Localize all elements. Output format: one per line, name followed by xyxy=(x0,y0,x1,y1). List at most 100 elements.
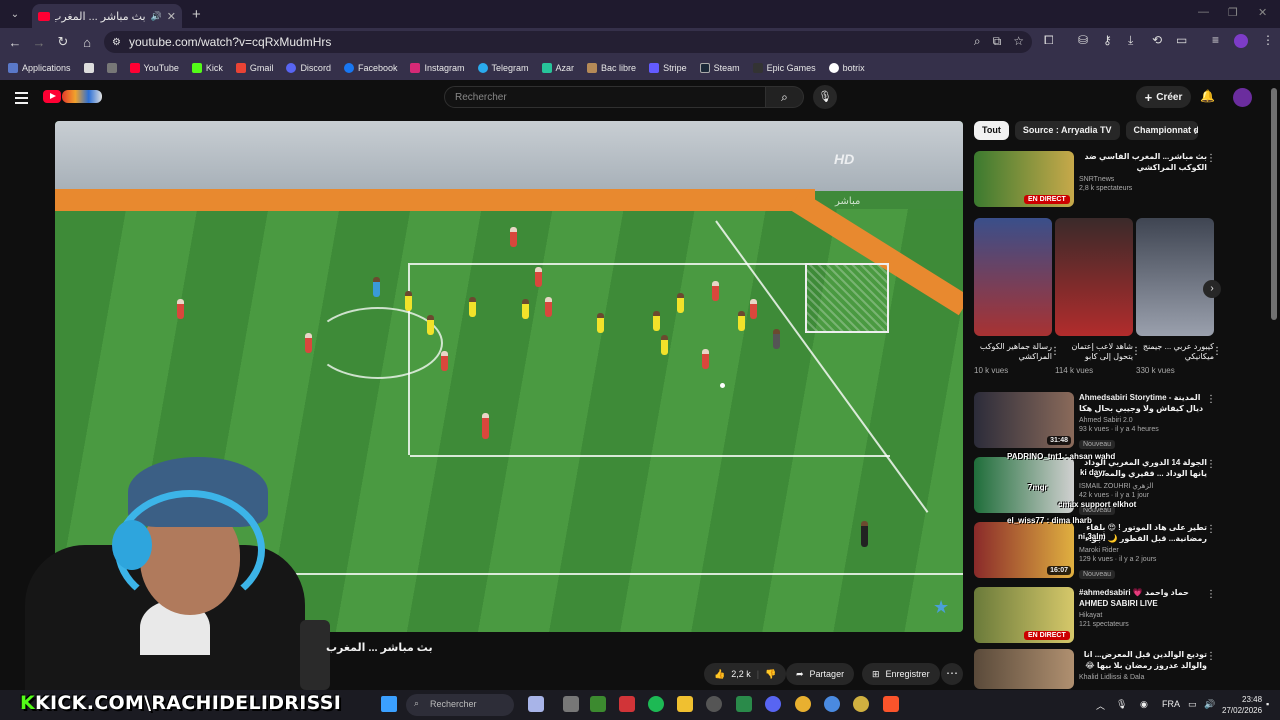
video-thumbnail[interactable]: 16:07 xyxy=(974,522,1074,578)
file-app-icon[interactable] xyxy=(563,696,579,712)
more-actions-icon[interactable]: ⋯ xyxy=(941,663,963,685)
browser-menu-icon[interactable]: ⋮ xyxy=(1262,33,1274,47)
bookmark-bac-libre[interactable]: Bac libre xyxy=(587,63,636,73)
video-thumbnail[interactable]: EN DIRECT xyxy=(974,151,1074,207)
bookmark-kick[interactable]: Kick xyxy=(191,63,223,73)
more-options-icon[interactable]: ⋮ xyxy=(1206,524,1216,535)
bookmark-youtube[interactable]: YouTube xyxy=(129,63,179,73)
rec-channel[interactable]: SNRTnews xyxy=(1079,176,1207,183)
more-options-icon[interactable]: ⋮ xyxy=(1212,346,1222,357)
discord-app-icon[interactable] xyxy=(765,696,781,712)
file-explorer-icon[interactable] xyxy=(677,696,693,712)
chrome-app-icon[interactable] xyxy=(795,696,811,712)
create-button[interactable]: + Créer xyxy=(1136,86,1191,108)
address-bar[interactable]: ⚙ youtube.com/watch?v=cqRxMudmHrs ⌕ ⧉ ☆ xyxy=(104,31,1032,53)
bookmark-applications[interactable]: Applications xyxy=(8,63,71,73)
taskbar-clock[interactable]: 23:48 27/02/2026 xyxy=(1222,694,1262,716)
bookmark-botrix[interactable]: botrix xyxy=(828,63,865,73)
close-window-icon[interactable]: ✕ xyxy=(1258,6,1267,19)
notifications-bell-icon[interactable]: 🔔 xyxy=(1200,89,1215,103)
brave-app-icon[interactable] xyxy=(883,696,899,712)
bookmark-blank[interactable] xyxy=(83,63,94,73)
bookmark-epic-games[interactable]: Epic Games xyxy=(752,63,816,73)
widgets-app-icon[interactable] xyxy=(528,696,544,712)
mic-tray-icon[interactable]: 🎙 xyxy=(1116,699,1127,710)
video-thumbnail[interactable]: 31:48 xyxy=(974,392,1074,448)
close-tab-icon[interactable]: ✕ xyxy=(167,10,176,23)
taskbar-search[interactable]: ⌕ Rechercher xyxy=(406,694,514,716)
menu-hamburger-icon[interactable] xyxy=(15,92,28,107)
settings-app-icon[interactable] xyxy=(706,696,722,712)
site-info-icon[interactable]: ⚙ xyxy=(112,37,121,48)
volume-icon[interactable]: 🔊 xyxy=(1204,699,1215,710)
extension-icon-1[interactable]: ⛁ xyxy=(1078,33,1088,47)
search-button[interactable]: ⌕ xyxy=(766,86,804,108)
short-item[interactable]: شاهد لاعب إعتمان يتحول إلى كابو 114 k vu… xyxy=(1055,218,1141,375)
audio-icon[interactable]: 🔊 xyxy=(151,11,162,22)
extensions-icon[interactable]: ⧠ xyxy=(1044,33,1054,48)
downloads-icon[interactable]: ⤓ xyxy=(1128,33,1133,48)
zoom-icon[interactable]: ⌕ xyxy=(974,34,981,49)
bookmark-telegram[interactable]: Telegram xyxy=(477,63,529,73)
minimize-window-icon[interactable]: — xyxy=(1198,6,1209,18)
store-app-icon[interactable] xyxy=(736,696,752,712)
chip-all[interactable]: Tout xyxy=(974,121,1009,140)
forward-icon[interactable]: → xyxy=(27,35,51,50)
like-button[interactable]: 👍 2,2 k | 👎 xyxy=(704,663,787,685)
rec-channel[interactable]: Khalid Lidlissi & Dala xyxy=(1079,674,1207,681)
history-icon[interactable]: ⟲ xyxy=(1152,33,1162,47)
bookmark-facebook[interactable]: Facebook xyxy=(343,63,397,73)
browser-profile-avatar[interactable] xyxy=(1234,34,1248,48)
windows-start-icon[interactable] xyxy=(381,696,397,712)
short-title[interactable]: شاهد لاعب إعتمان يتحول إلى كابو xyxy=(1055,342,1133,362)
short-item[interactable]: كيبورد عربي ... جيمنج ميكانيكي 330 k vue… xyxy=(1136,218,1222,375)
rec-channel[interactable]: ISMAIL ZOUHRI الزهري xyxy=(1079,482,1207,490)
share-button[interactable]: ➦ Partager xyxy=(786,663,855,685)
search-input[interactable]: Rechercher xyxy=(444,86,766,108)
bookmark-azar[interactable]: Azar xyxy=(541,63,574,73)
browser-tab-active[interactable]: بث مباشر ... المغرب الفا... 🔊 ✕ xyxy=(32,4,182,28)
install-app-icon[interactable]: ⧉ xyxy=(993,34,1002,49)
chrome-active-app-icon[interactable] xyxy=(853,696,869,712)
voice-search-mic-icon[interactable]: 🎙 xyxy=(813,85,837,109)
youtube-logo[interactable] xyxy=(43,90,61,103)
shorts-next-arrow-icon[interactable]: › xyxy=(1203,280,1221,298)
back-icon[interactable]: ← xyxy=(3,35,27,50)
bookmark-grid[interactable] xyxy=(106,63,117,73)
bookmark-star-icon[interactable]: ☆ xyxy=(1013,34,1024,49)
youtube-doodle-logo[interactable] xyxy=(62,90,102,103)
tab-search-chevron-icon[interactable]: ⌄ xyxy=(4,3,26,25)
chrome-profile-app-icon[interactable] xyxy=(824,696,840,712)
terminal-app-icon[interactable] xyxy=(590,696,606,712)
chip-source[interactable]: Source : Arryadia TV xyxy=(1014,121,1120,140)
media-control-icon[interactable]: ≡ xyxy=(1212,33,1219,47)
rec-channel[interactable]: Hikayat xyxy=(1079,612,1207,619)
short-thumbnail[interactable] xyxy=(1136,218,1214,336)
app-tray-icon[interactable]: ◉ xyxy=(1140,699,1148,710)
save-button[interactable]: ⊞ Enregistrer xyxy=(862,663,940,685)
home-icon[interactable]: ⌂ xyxy=(75,35,99,50)
spotify-app-icon[interactable] xyxy=(648,696,664,712)
page-scrollbar[interactable] xyxy=(1271,88,1277,320)
bookmark-discord[interactable]: Discord xyxy=(286,63,331,73)
bookmark-instagram[interactable]: Instagram xyxy=(410,63,465,73)
short-item[interactable]: رسالة جماهير الكوكب المراكشي 10 k vues ⋮ xyxy=(974,218,1060,375)
video-thumbnail[interactable] xyxy=(974,649,1074,689)
user-avatar[interactable] xyxy=(1233,88,1252,107)
tray-chevron-icon[interactable]: ︿ xyxy=(1096,699,1105,712)
rec-title[interactable]: Ahmedsabiri Storytime - المدينة ديال كيف… xyxy=(1079,392,1207,414)
extension-icon-2[interactable]: ⚷ xyxy=(1103,33,1112,47)
rec-title[interactable]: #ahmedsabiri 💗 حماد واحمد AHMED SABIRI L… xyxy=(1079,587,1207,609)
new-tab-button[interactable]: + xyxy=(192,6,201,23)
maximize-window-icon[interactable]: ❐ xyxy=(1228,6,1238,19)
opera-app-icon[interactable] xyxy=(619,696,635,712)
short-title[interactable]: رسالة جماهير الكوكب المراكشي xyxy=(974,342,1052,362)
chevron-right-icon[interactable]: › xyxy=(1194,124,1198,138)
reload-icon[interactable]: ↻ xyxy=(51,34,75,50)
sidebar-panel-icon[interactable]: ▭ xyxy=(1176,33,1187,47)
rec-channel[interactable]: Ahmed Sabiri 2.0 xyxy=(1079,417,1207,424)
bookmark-gmail[interactable]: Gmail xyxy=(235,63,273,73)
network-icon[interactable]: ▭ xyxy=(1188,699,1197,710)
chip-championship[interactable]: Championnat du M xyxy=(1125,121,1198,140)
rec-channel[interactable]: Maroki Rider xyxy=(1079,547,1207,554)
